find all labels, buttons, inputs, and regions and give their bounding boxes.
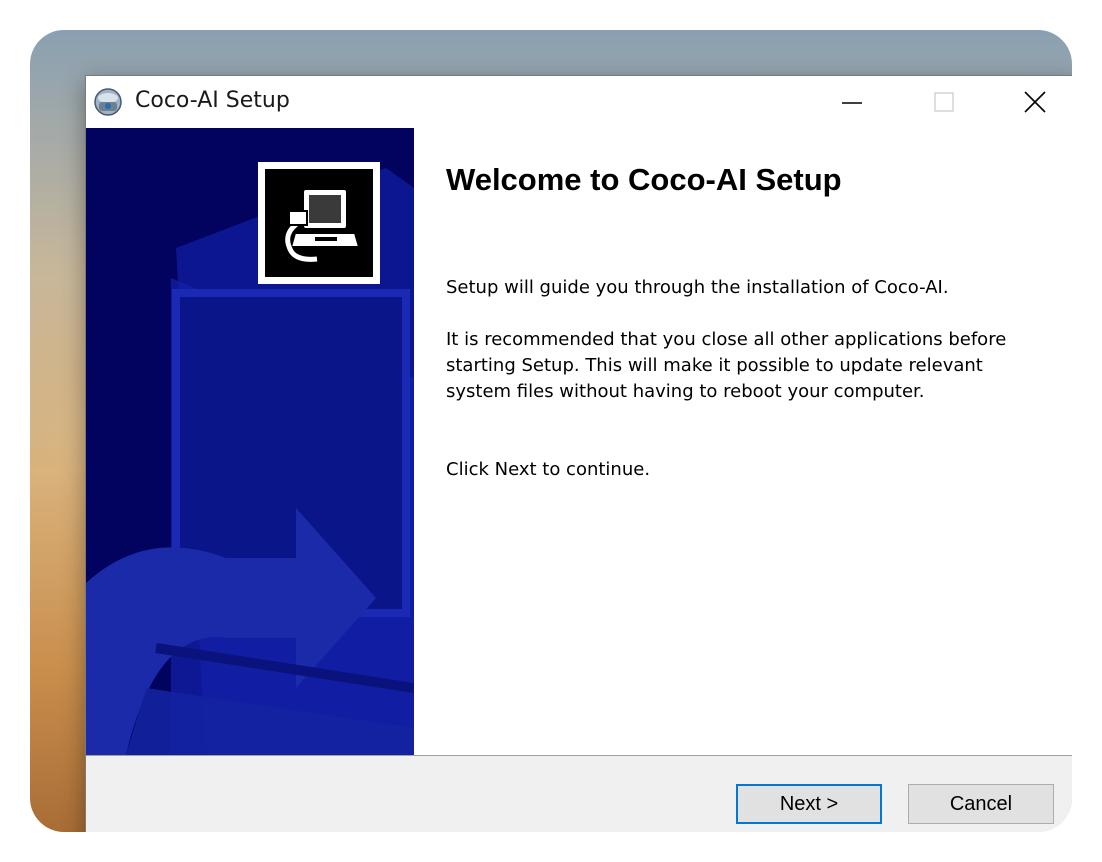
maximize-button[interactable] — [898, 76, 990, 128]
desktop-background: Coco-AI Setup Welcome to Coco-AI Setup S… — [30, 30, 1072, 832]
welcome-panel: Welcome to Coco-AI Setup Setup will guid… — [414, 128, 1072, 755]
cancel-button[interactable]: Cancel — [908, 784, 1054, 824]
minimize-button[interactable] — [806, 76, 898, 128]
computer-install-icon — [285, 188, 361, 262]
computer-install-icon-frame — [258, 162, 380, 284]
installer-sidebar — [86, 128, 414, 755]
window-title: Coco-AI Setup — [135, 88, 290, 113]
setup-window: Coco-AI Setup Welcome to Coco-AI Setup S… — [85, 75, 1072, 832]
title-bar[interactable]: Coco-AI Setup — [86, 76, 1072, 128]
intro-text: Setup will guide you through the install… — [446, 277, 949, 298]
installer-globe-icon — [94, 88, 122, 116]
minimize-icon — [842, 102, 862, 104]
next-button[interactable]: Next > — [736, 784, 882, 824]
close-icon — [1024, 91, 1046, 113]
button-bar: Next > Cancel — [86, 755, 1072, 832]
setup-content: Welcome to Coco-AI Setup Setup will guid… — [86, 128, 1072, 755]
maximize-icon — [934, 92, 954, 112]
continue-instruction: Click Next to continue. — [446, 459, 651, 480]
recommendation-text: It is recommended that you close all oth… — [446, 329, 1007, 402]
close-button[interactable] — [989, 76, 1072, 128]
welcome-heading: Welcome to Coco-AI Setup — [446, 162, 842, 197]
